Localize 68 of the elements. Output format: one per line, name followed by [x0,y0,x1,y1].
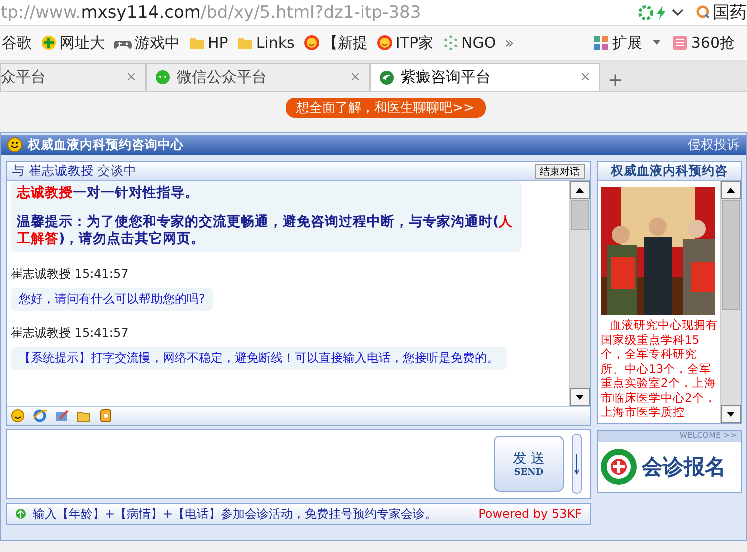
new-tab-button[interactable]: + [600,70,632,91]
extensions-button[interactable]: 扩展 [593,34,642,52]
promo-button[interactable]: 想全面了解，和医生聊聊吧>> [286,98,486,118]
welcome-label: WELCOME >> [598,431,741,442]
up-arrow-icon[interactable] [726,186,736,194]
message-bubble: 【系统提示】打字交流慢，网络不稳定，避免断线！可以直接输入电话，您接听是免费的。 [11,347,507,370]
help-icon[interactable] [99,409,113,423]
smiley-icon [7,137,23,153]
folder-icon [237,35,254,51]
scroll-down-icon[interactable] [572,434,582,494]
search-icon [696,5,711,20]
browser-tab[interactable]: 众平台 × [0,63,146,91]
bookmark[interactable]: ITP家 [376,34,434,52]
close-icon[interactable]: × [580,70,591,85]
send-button[interactable]: 发 送 SEND [494,436,564,492]
hospital-logo-icon [600,448,638,486]
side-text: 血液研究中心现拥有国家级重点学科15个，全军专科研究所、中心13个，全军重点实验室2个，上海市临床医学中心2个，上海市医学质控 [601,318,720,420]
side-title: 权威血液内科预约咨 [598,162,741,181]
smiley-icon[interactable] [11,409,25,423]
search-field[interactable]: 国药 [696,1,747,24]
sun-icon [376,35,393,51]
scroll-thumb[interactable] [722,200,740,310]
swirl-icon [379,70,395,86]
sun-icon [304,35,320,51]
dots-icon [442,35,459,51]
browser-tab[interactable]: 微信公众平台 × [146,63,370,91]
session-label: 与 [12,162,25,180]
browser-tab[interactable]: 紫癜咨询平台 × [370,63,600,91]
message-bubble: 您好，请问有什么可以帮助您的吗? [11,288,214,311]
session-status: 交谈中 [98,162,137,180]
message-time: 15:41:57 [74,267,129,281]
info-icon [15,508,27,520]
sender-name: 崔志诚教授 [11,326,71,340]
bookmark[interactable]: Links [237,34,295,52]
status-text: 输入【年龄】+【病情】+【电话】参加会诊活动，免费挂号预约专家会诊。 [33,506,438,522]
ticket-icon [672,35,688,51]
bookmark[interactable]: NGO [442,34,496,52]
edit-icon[interactable] [55,409,69,423]
bookmark[interactable]: 谷歌 [2,34,32,52]
bookmark[interactable]: HP [189,34,228,52]
plus-icon [41,35,57,51]
browser-icon[interactable] [33,409,47,423]
chat-icon [155,70,171,86]
notice-paragraph: 志诚教授一对一针对性指导。 [17,185,200,202]
down-arrow-icon[interactable] [726,410,736,418]
up-arrow-icon[interactable] [575,186,585,194]
scrollbar[interactable] [569,181,590,406]
window-title: 权威血液内科预约咨询中心 [28,136,184,154]
grid-icon [593,35,610,51]
message-time: 15:41:57 [74,326,129,340]
powered-by-link[interactable]: Powered by 53KF [478,507,582,521]
scroll-thumb[interactable] [571,200,589,230]
sender-name: 崔志诚教授 [11,267,71,281]
folder-icon [189,35,205,51]
bookmark[interactable]: 【新提 [304,34,368,52]
bookmark[interactable]: 游戏中 [114,34,180,52]
down-arrow-icon[interactable] [575,394,585,400]
end-chat-button[interactable]: 结束对话 [535,164,585,178]
notice-paragraph: 温馨提示：为了使您和专家的交流更畅通，避免咨询过程中断，与专家沟通时(人工解答)，请勿点击其它网页。 [17,214,514,248]
doctor-name: 崔志诚教授 [29,162,94,180]
signup-link[interactable]: 会诊报名 [642,453,726,481]
refresh-icon[interactable] [638,4,654,20]
complaint-link[interactable]: 侵权投诉 [688,136,740,154]
address-field[interactable]: tp://www.mxsy114.com/bd/xy/5.html?dz1-itp-383 [0,2,638,22]
bookmark[interactable]: 网址大 [41,34,105,52]
scrollbar[interactable] [720,181,741,423]
bookmark[interactable]: 360抢 [672,34,735,52]
more-bookmarks-button[interactable]: » [505,34,514,52]
